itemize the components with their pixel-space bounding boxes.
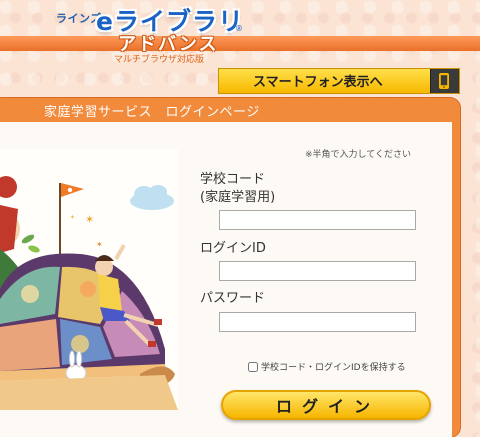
school-code-input[interactable] [219,210,416,230]
turtle-shell [0,253,168,381]
turtle-illustration: ✶ ✶ ✦ [0,149,178,410]
half-width-notice: ※半角で入力してください [305,150,412,160]
logo-tagline: マルチブラウザ対応版 [114,55,205,65]
login-id-label: ログインID [200,241,266,256]
login-id-input[interactable] [219,261,416,281]
school-code-label: 学校コード [200,172,266,187]
login-card: 家庭学習サービス ログインページ ✶ ✶ ✦ ※半角で入力してください 学校コー… [0,98,460,437]
star-icon: ✦ [70,214,75,221]
star-icon: ✶ [96,240,103,249]
logo-registered-mark: ® [235,24,243,33]
password-label: パスワード [200,291,266,306]
logo-company: ラインズ [56,12,102,25]
remember-credentials[interactable]: 学校コード・ログインIDを保持する [248,360,406,373]
login-card-body: ✶ ✶ ✦ ※半角で入力してください 学校コード (家庭学習用) ログインID … [0,122,452,437]
smartphone-view-label: スマートフォン表示へ [253,75,383,90]
login-page-title: 家庭学習サービス ログインページ [44,105,260,120]
smartphone-icon-box [430,69,459,93]
header-band [0,36,480,51]
cloud-icon [130,185,174,210]
header: ラインズ eライブラリ ® アドバンス マルチブラウザ対応版 [0,0,480,65]
smartphone-icon [439,73,449,89]
flag-icon [59,183,84,264]
login-button[interactable]: ログイン [221,390,431,420]
remember-credentials-checkbox[interactable] [248,361,258,372]
school-code-sublabel: (家庭学習用) [200,190,276,205]
turtle-illustration-image: ✶ ✶ ✦ [0,176,178,410]
remember-credentials-label: 学校コード・ログインIDを保持する [261,363,406,373]
star-icon: ✶ [85,213,94,226]
password-input[interactable] [219,312,416,332]
smartphone-view-button[interactable]: スマートフォン表示へ [218,68,460,94]
